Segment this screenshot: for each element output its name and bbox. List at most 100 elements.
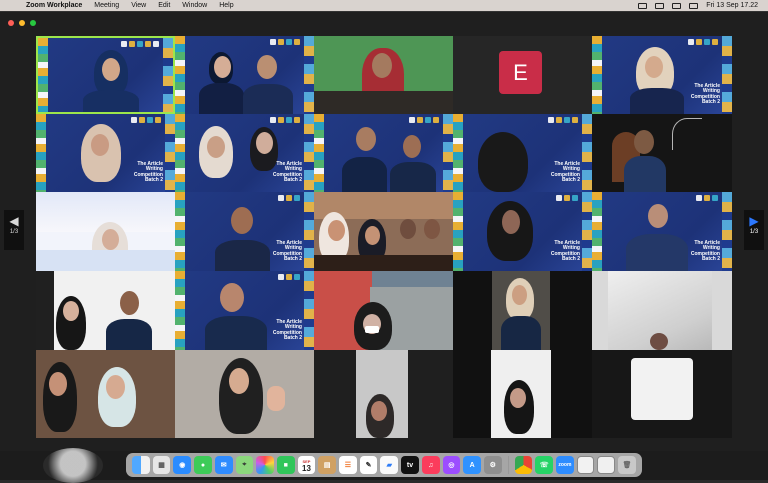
preview-icon[interactable] [576,456,595,474]
music-icon[interactable]: ♫ [421,456,440,474]
video-tile[interactable] [453,271,592,350]
keynote-icon[interactable]: ▰ [380,456,399,474]
participant-clothes [243,84,293,114]
video-tile[interactable] [314,271,453,350]
video-tile[interactable] [592,350,732,438]
video-tile[interactable] [314,114,453,192]
mail-icon[interactable]: ✉ [214,456,233,474]
minimize-window-button[interactable] [19,20,25,26]
appletv-icon[interactable]: tv [401,456,419,474]
previous-page-button[interactable]: ◀ 1/3 [4,210,24,250]
video-tile[interactable]: The Article Writing Competition Batch 2 [175,271,314,350]
menu-view[interactable]: View [131,2,146,9]
next-page-indicator: 1/3 [749,229,759,235]
window-controls [8,20,36,26]
participant-face [400,219,416,239]
freeform-icon[interactable]: ✎ [359,456,378,474]
chrome-icon[interactable] [514,456,533,474]
reminders-icon[interactable]: ☰ [339,456,357,474]
participant-face [502,210,520,234]
app-menu-zoom-workplace[interactable]: Zoom Workplace [26,2,82,9]
video-tile[interactable] [314,350,453,438]
brand-logo-strip [609,195,718,202]
participant-face [49,372,67,396]
next-page-button[interactable]: ▶ 1/3 [744,210,764,250]
brand-logo-strip [192,39,300,46]
video-tile[interactable] [36,36,175,114]
safari-icon[interactable]: ◉ [173,456,192,474]
doorway-background [36,271,54,350]
video-tile[interactable]: The Article Writing Competition Batch 2 [36,114,175,192]
video-tile[interactable] [314,36,453,114]
settings-icon[interactable]: ⚙ [483,456,502,474]
calendar-icon[interactable]: SEP 13 [297,456,316,474]
brand-logo-strip [470,195,578,202]
participant-clothes [624,156,666,192]
calendar-day: 13 [302,463,311,473]
menu-help[interactable]: Help [219,2,233,9]
brand-logo-strip [470,117,578,124]
participant-face [356,127,376,151]
video-tile[interactable]: E [453,36,592,114]
competition-banner-text: The Article Writing Competition Batch 2 [133,161,163,183]
facetime-icon[interactable]: ■ [276,456,295,474]
participant-face [120,291,139,315]
trash-icon[interactable]: 🗑 [618,456,636,474]
virtual-background-footer [36,250,175,271]
participant-face [371,401,387,421]
video-tile[interactable] [453,350,592,438]
video-tile[interactable] [36,192,175,271]
brand-logo-strip [55,41,159,48]
notes-icon[interactable]: ▤ [318,456,337,474]
messages-icon[interactable]: ● [194,456,212,474]
participant-clothes [106,319,152,350]
video-tile[interactable] [36,271,175,350]
window-thumbnail-icon[interactable] [597,456,616,474]
participant-face [207,136,225,158]
gallery-video-grid: E The Article Writing Competition Batch … [36,36,732,438]
participant-clothes [83,90,139,112]
video-tile[interactable] [175,350,314,438]
zoom-icon-label: zoom [558,462,572,468]
macos-menu-bar: Zoom Workplace Meeting View Edit Window … [0,0,768,11]
appstore-icon[interactable]: A [463,456,481,474]
battery-status-icon[interactable] [672,2,682,9]
zoom-icon[interactable]: zoom [556,456,574,474]
video-tile[interactable]: The Article Writing Competition Batch 2 [453,114,592,192]
menu-edit[interactable]: Edit [158,2,170,9]
video-tile[interactable]: The Article Writing Competition Batch 2 [592,36,732,114]
launchpad-icon[interactable]: ▦ [152,456,171,474]
photos-icon[interactable] [256,456,274,474]
video-tile[interactable]: The Article Writing Competition Batch 2 [175,114,314,192]
podcasts-icon[interactable]: ◎ [442,456,461,474]
maps-icon[interactable]: ⌖ [235,456,254,474]
participant-face [214,56,231,78]
video-tile[interactable] [314,192,453,271]
participant-face [328,220,345,241]
menu-date-time[interactable]: Fri 13 Sep 17.22 [706,2,758,9]
control-center-icon[interactable] [689,2,699,9]
zoom-window-button[interactable] [30,20,36,26]
participant-clothes [501,316,541,350]
close-window-button[interactable] [8,20,14,26]
video-tile[interactable] [175,36,314,114]
video-tile[interactable]: The Article Writing Competition Batch 2 [592,192,732,271]
desktop-moon-image [43,448,103,483]
white-paper-video [631,358,693,420]
whatsapp-icon[interactable]: ☏ [535,456,554,474]
menu-meeting[interactable]: Meeting [94,2,119,9]
participant-face [91,134,109,156]
wifi-status-icon[interactable] [655,2,665,9]
peace-sign-hand [267,386,285,411]
participant-avatar: E [499,51,542,94]
menu-window[interactable]: Window [182,2,207,9]
video-tile[interactable] [592,114,732,192]
video-tile[interactable] [592,271,732,350]
video-tile[interactable] [36,350,175,438]
video-tile[interactable]: The Article Writing Competition Batch 2 [175,192,314,271]
participant-clothes [199,83,244,114]
finder-icon[interactable] [132,456,150,474]
video-tile[interactable]: The Article Writing Competition Batch 2 [453,192,592,271]
bluetooth-status-icon[interactable] [638,2,648,9]
participant-face [403,135,421,158]
